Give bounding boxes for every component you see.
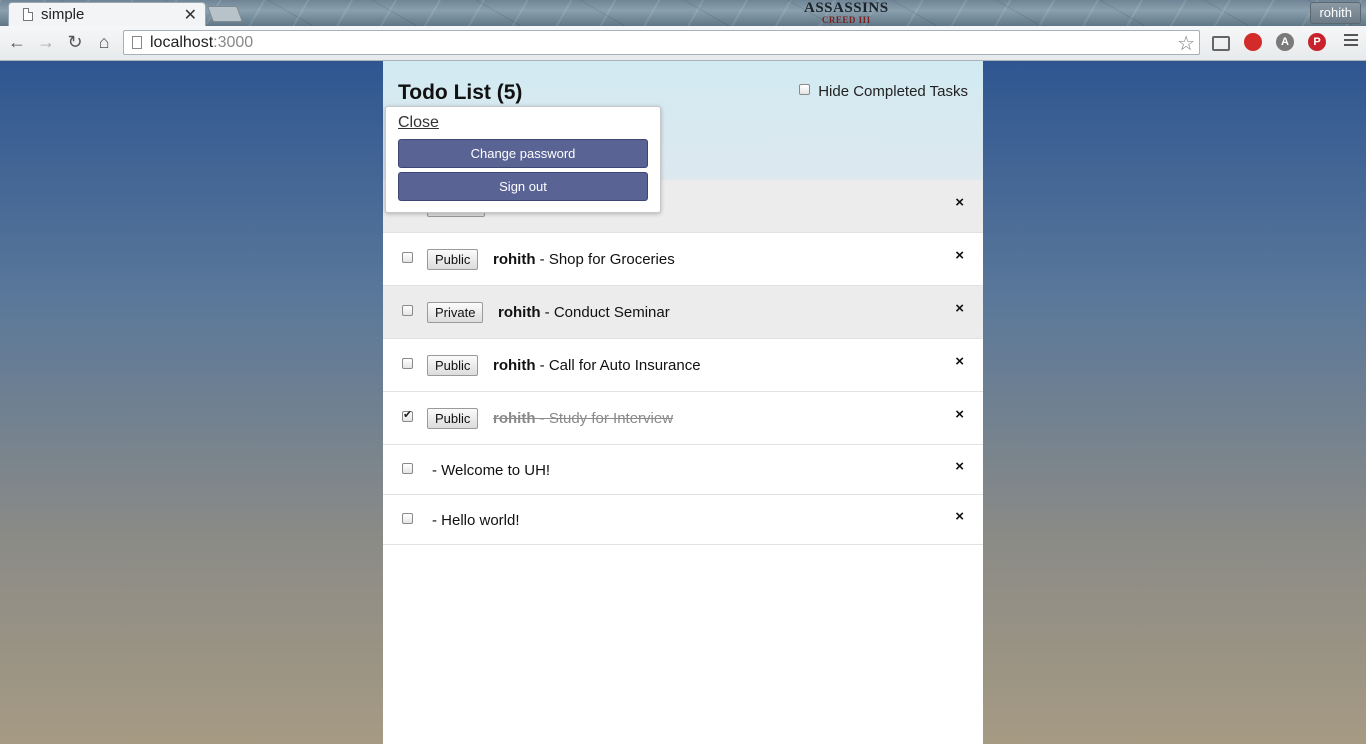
- tab-close-icon[interactable]: ✕: [184, 5, 197, 25]
- task-checkbox[interactable]: [402, 252, 413, 263]
- task-owner: rohith: [493, 251, 536, 268]
- delete-task-icon[interactable]: ×: [955, 247, 964, 264]
- page-icon: [132, 36, 142, 49]
- url-text: localhost:3000: [150, 34, 253, 52]
- task-text: rohith - Shop for Groceries: [493, 251, 675, 268]
- theme-logo: ASSASSINS CREED III: [804, 1, 889, 26]
- task-description: - Call for Auto Insurance: [535, 357, 701, 374]
- hide-completed-label: Hide Completed Tasks: [818, 83, 968, 100]
- change-password-button[interactable]: Change password: [398, 139, 648, 168]
- task-description: - Study for Interview: [535, 410, 674, 427]
- task-checkbox[interactable]: [402, 305, 413, 316]
- browser-tab[interactable]: simple ✕: [8, 2, 206, 26]
- browser-toolbar: ← → ↻ ⌂ localhost:3000 ☆ A P: [0, 26, 1366, 61]
- bookmark-star-icon[interactable]: ☆: [1177, 31, 1195, 56]
- privacy-toggle-button[interactable]: Public: [427, 355, 479, 376]
- url-port: :3000: [213, 34, 254, 51]
- task-checkbox[interactable]: [402, 358, 413, 369]
- back-icon[interactable]: ←: [7, 32, 27, 52]
- close-link[interactable]: Close: [398, 114, 439, 132]
- task-row: Public rohith - Shop for Groceries ×: [383, 233, 983, 286]
- forward-icon[interactable]: →: [36, 32, 56, 52]
- delete-task-icon[interactable]: ×: [955, 406, 964, 423]
- privacy-toggle-button[interactable]: Public: [427, 249, 479, 270]
- pinterest-icon[interactable]: P: [1308, 33, 1326, 51]
- hide-completed-toggle[interactable]: Hide Completed Tasks: [799, 83, 968, 100]
- sign-out-button[interactable]: Sign out: [398, 172, 648, 201]
- privacy-toggle-button[interactable]: Public: [427, 408, 479, 429]
- task-row: Public rohith - Call for Auto Insurance …: [383, 339, 983, 392]
- reload-icon[interactable]: ↻: [65, 32, 85, 52]
- browser-menu-icon[interactable]: [1344, 34, 1358, 49]
- hide-completed-checkbox[interactable]: [799, 84, 811, 95]
- task-row: - Hello world! ×: [383, 495, 983, 545]
- task-row: Public rohith - Study for Interview ×: [383, 392, 983, 445]
- delete-task-icon[interactable]: ×: [955, 300, 964, 317]
- privacy-toggle-button[interactable]: Private: [427, 302, 484, 323]
- task-description: - Welcome to UH!: [432, 462, 551, 479]
- account-dropdown: Close Change password Sign out: [385, 106, 661, 213]
- address-bar[interactable]: localhost:3000 ☆: [123, 30, 1200, 55]
- home-icon[interactable]: ⌂: [94, 32, 114, 52]
- task-description: - Conduct Seminar: [540, 304, 670, 321]
- profile-button[interactable]: rohith: [1310, 2, 1361, 24]
- adblock-icon[interactable]: [1244, 33, 1262, 51]
- extension-a-icon[interactable]: A: [1276, 33, 1294, 51]
- task-owner: rohith: [493, 357, 536, 374]
- browser-tab-strip: simple ✕ ASSASSINS CREED III rohith: [0, 0, 1366, 26]
- task-text: rohith - Study for Interview: [493, 410, 673, 427]
- delete-task-icon[interactable]: ×: [955, 353, 964, 370]
- task-checkbox[interactable]: [402, 513, 413, 524]
- delete-task-icon[interactable]: ×: [955, 458, 964, 475]
- delete-task-icon[interactable]: ×: [955, 194, 964, 211]
- task-description: - Shop for Groceries: [535, 251, 675, 268]
- tab-title: simple: [41, 6, 85, 23]
- task-checkbox[interactable]: [402, 463, 413, 474]
- task-row: Private rohith - Conduct Seminar ×: [383, 286, 983, 339]
- task-description: - Hello world!: [432, 512, 520, 529]
- task-row: - Welcome to UH! ×: [383, 445, 983, 495]
- task-checkbox[interactable]: [402, 408, 413, 422]
- task-text: rohith - Call for Auto Insurance: [493, 357, 701, 374]
- page-title: Todo List (5): [398, 81, 523, 104]
- task-text: rohith - Conduct Seminar: [498, 304, 670, 321]
- delete-task-icon[interactable]: ×: [955, 508, 964, 525]
- new-tab-button[interactable]: [207, 6, 243, 22]
- cast-icon[interactable]: [1212, 36, 1230, 51]
- task-owner: rohith: [493, 410, 536, 427]
- page-icon: [23, 8, 33, 21]
- task-list: × Public rohith - Shop for Groceries × P…: [383, 180, 983, 545]
- url-host: localhost: [150, 34, 214, 51]
- task-owner: rohith: [498, 304, 541, 321]
